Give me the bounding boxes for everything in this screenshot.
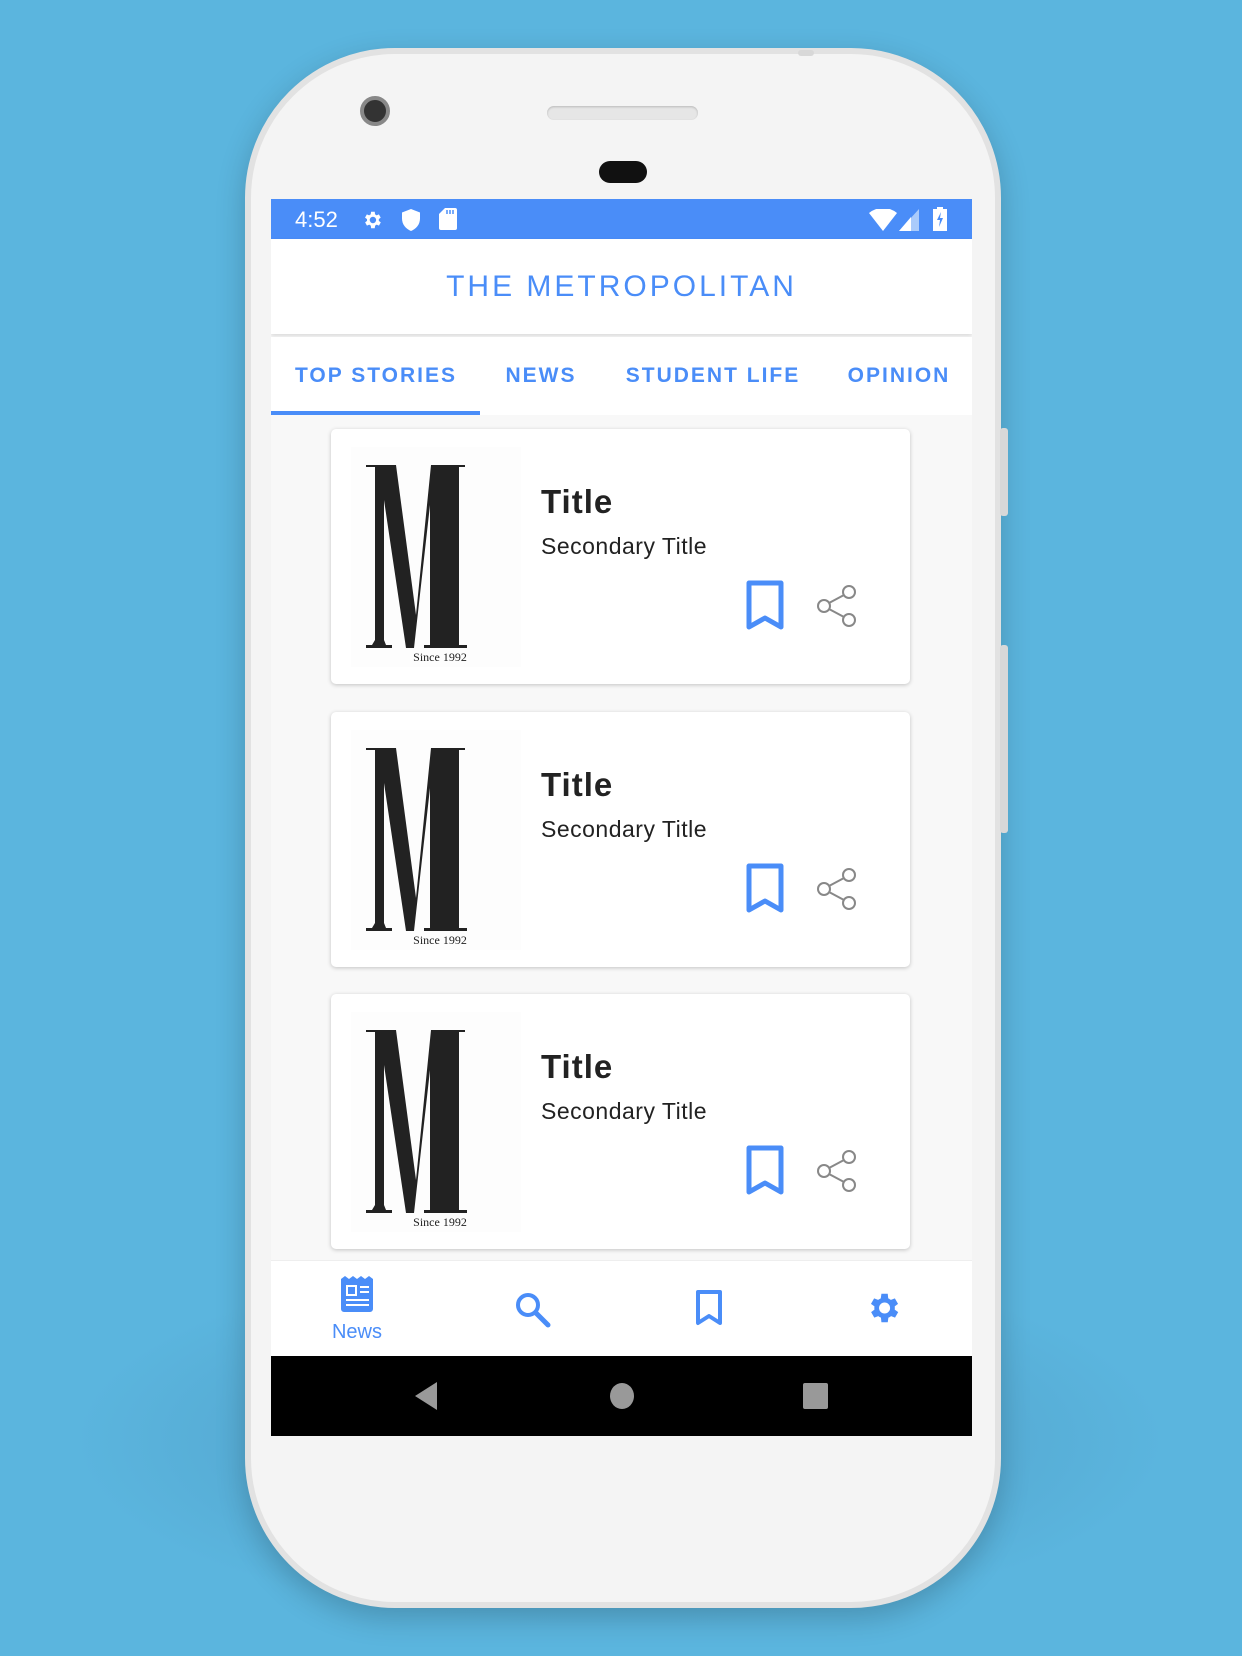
nav-news-label: News — [331, 1321, 382, 1343]
metropolitan-logo: Since 1992 — [351, 1012, 521, 1232]
bookmark-icon[interactable] — [745, 1144, 785, 1198]
home-icon[interactable] — [608, 1380, 636, 1412]
bottom-navigation: News — [271, 1260, 972, 1356]
search-icon — [516, 1293, 551, 1328]
article-subtitle: Secondary Title — [541, 816, 708, 842]
article-card[interactable]: Since 1992 Title Secondary Title — [331, 712, 910, 967]
earpiece-speaker — [547, 106, 698, 120]
top-button — [798, 50, 814, 56]
front-camera — [360, 96, 390, 126]
proximity-sensor — [599, 161, 647, 183]
power-button — [1000, 428, 1008, 516]
shield-icon — [402, 209, 420, 231]
logo-tagline: Since 1992 — [413, 1215, 467, 1229]
share-icon[interactable] — [815, 584, 859, 628]
article-card[interactable]: Since 1992 Title Secondary Title — [331, 994, 910, 1249]
metropolitan-logo: Since 1992 — [351, 447, 521, 667]
tab-opinion[interactable]: OPINION — [848, 337, 951, 415]
bookmark-icon — [696, 1290, 722, 1325]
nav-settings[interactable] — [823, 1261, 943, 1357]
back-icon[interactable] — [413, 1380, 441, 1412]
logo-tagline: Since 1992 — [413, 650, 467, 664]
gear-icon — [365, 211, 381, 229]
recents-icon[interactable] — [801, 1380, 829, 1412]
tab-indicator — [271, 411, 480, 415]
newspaper-icon — [341, 1276, 373, 1312]
gear-icon — [870, 1293, 899, 1323]
nav-news[interactable]: News — [297, 1261, 417, 1357]
logo-tagline: Since 1992 — [413, 933, 467, 947]
battery-charging-icon — [933, 207, 947, 231]
bookmark-icon[interactable] — [745, 862, 785, 916]
screen: 4:52 THE METROPOLITAN TOP STORIES NEWS S… — [271, 199, 972, 1436]
share-icon[interactable] — [815, 1149, 859, 1193]
status-time: 4:52 — [295, 207, 338, 232]
sd-card-icon — [439, 208, 457, 230]
share-icon[interactable] — [815, 867, 859, 911]
app-header: THE METROPOLITAN — [271, 239, 972, 334]
article-subtitle: Secondary Title — [541, 1098, 708, 1124]
article-subtitle: Secondary Title — [541, 533, 708, 559]
nav-search[interactable] — [473, 1261, 593, 1357]
article-title: Title — [541, 766, 614, 803]
tab-student-life[interactable]: STUDENT LIFE — [626, 337, 801, 415]
nav-bookmarks[interactable] — [649, 1261, 769, 1357]
volume-button — [1000, 645, 1008, 833]
system-navigation-bar — [271, 1356, 972, 1436]
wifi-icon — [869, 209, 897, 231]
article-title: Title — [541, 1048, 614, 1085]
status-bar: 4:52 — [271, 199, 972, 239]
app-title: THE METROPOLITAN — [446, 269, 797, 303]
signal-icon — [899, 209, 919, 231]
article-title: Title — [541, 483, 614, 520]
bookmark-icon[interactable] — [745, 579, 785, 633]
category-tabs: TOP STORIES NEWS STUDENT LIFE OPINION — [271, 337, 972, 415]
tab-top-stories[interactable]: TOP STORIES — [295, 337, 457, 415]
metropolitan-logo: Since 1992 — [351, 730, 521, 950]
article-card[interactable]: Since 1992 Title Secondary Title — [331, 429, 910, 684]
tab-news[interactable]: NEWS — [506, 337, 577, 415]
